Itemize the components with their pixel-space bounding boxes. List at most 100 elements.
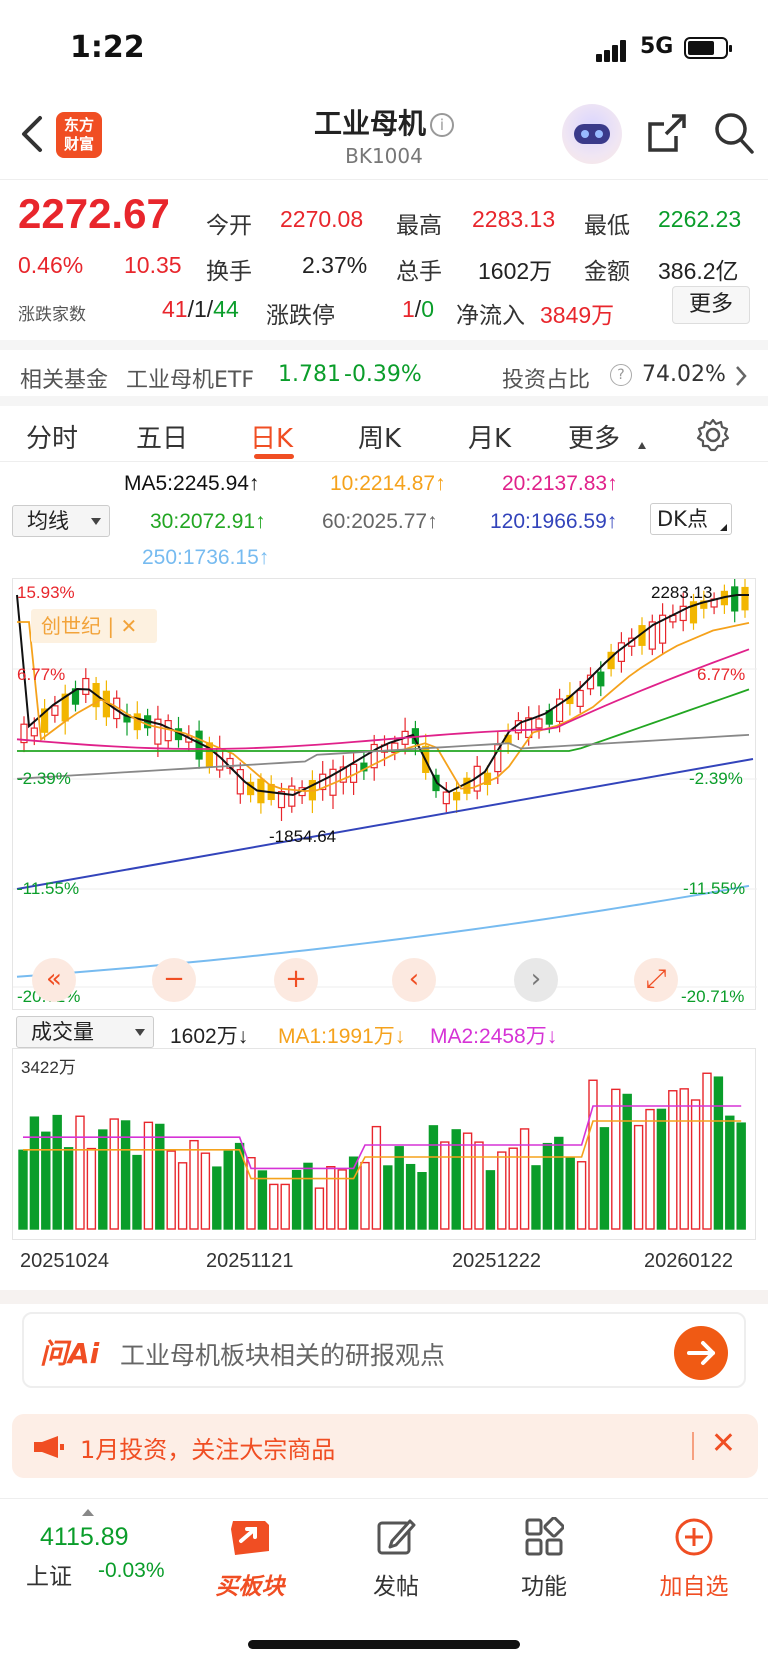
fund-name: 工业母机ETF bbox=[126, 368, 254, 393]
volume-bar bbox=[645, 1108, 655, 1230]
date-label-2: 20251121 bbox=[206, 1250, 294, 1272]
volume-bar bbox=[508, 1147, 518, 1230]
low-marker: -1854.64 bbox=[269, 827, 337, 846]
candle-body bbox=[442, 791, 450, 805]
nav-functions[interactable]: 功能 bbox=[484, 1509, 604, 1600]
ai-assistant-avatar[interactable] bbox=[562, 104, 622, 164]
tab-weekly-k[interactable]: 周K bbox=[358, 418, 401, 455]
volume-value: 1602万 bbox=[478, 258, 553, 284]
volume-svg bbox=[18, 1072, 746, 1230]
pct-label-right-3: -2.39% bbox=[689, 769, 743, 788]
notice-banner[interactable]: 1月投资，关注大宗商品 ✕ bbox=[12, 1414, 758, 1478]
ai-prompt-text: 工业母机板块相关的研报观点 bbox=[120, 1341, 446, 1370]
open-value: 2270.08 bbox=[280, 206, 364, 232]
share-icon[interactable] bbox=[646, 112, 688, 154]
volume-max-label: 3422万 bbox=[21, 1058, 76, 1077]
scroll-left-button[interactable]: ‹ bbox=[392, 958, 436, 1002]
volume-ma2-line bbox=[23, 1105, 742, 1170]
zoom-in-button[interactable]: + bbox=[274, 958, 318, 1002]
help-icon[interactable]: ? bbox=[610, 364, 632, 386]
volume-indicator-selector[interactable]: 成交量 bbox=[16, 1016, 154, 1048]
amount-label: 金额 bbox=[584, 259, 630, 285]
volume-bar bbox=[291, 1169, 302, 1230]
ai-research-entry[interactable]: 问Ai 工业母机板块相关的研报观点 bbox=[22, 1312, 746, 1388]
status-time: 1:22 bbox=[70, 30, 145, 65]
expand-up-icon[interactable] bbox=[82, 1509, 94, 1516]
scroll-right-button[interactable]: › bbox=[514, 958, 558, 1002]
volume-bar bbox=[405, 1163, 416, 1230]
volume-bar bbox=[622, 1093, 632, 1230]
search-icon[interactable] bbox=[712, 110, 756, 156]
grid-icon bbox=[525, 1516, 565, 1556]
bottom-nav: 4115.89 上证 -0.03% 买板块 发帖 功能 加自选 bbox=[0, 1498, 768, 1663]
volume-chart[interactable]: 3422万 bbox=[12, 1048, 756, 1240]
tab-five-day[interactable]: 五日 bbox=[136, 418, 188, 455]
volume-bar bbox=[497, 1151, 507, 1230]
pct-label-right-4: -11.55% bbox=[683, 879, 746, 898]
triangle-icon bbox=[638, 442, 646, 449]
volume-bar bbox=[611, 1088, 621, 1230]
fund-change: -0.39% bbox=[344, 362, 422, 387]
volume-ma2: MA2:2458万↓ bbox=[430, 1025, 558, 1048]
pct-label-left-2: 6.77% bbox=[17, 665, 66, 684]
dk-point-selector[interactable]: DK点 bbox=[650, 503, 732, 535]
volume-bar bbox=[189, 1139, 199, 1230]
candle-body bbox=[463, 777, 471, 794]
add-circle-icon bbox=[675, 1518, 713, 1556]
related-fund-row[interactable]: 相关基金 工业母机ETF 1.781 -0.39% 投资占比 ? 74.02% bbox=[0, 340, 768, 396]
arrow-right-icon bbox=[687, 1341, 715, 1365]
volume-current: 1602万↓ bbox=[170, 1025, 249, 1048]
fullscreen-button[interactable]: ⤢ bbox=[634, 958, 678, 1002]
volume-bar bbox=[576, 1161, 587, 1230]
volume-bar bbox=[86, 1147, 97, 1230]
info-icon[interactable]: i bbox=[430, 113, 454, 137]
notice-divider bbox=[692, 1432, 694, 1460]
volume-bar bbox=[531, 1165, 541, 1230]
tab-intraday[interactable]: 分时 bbox=[26, 418, 78, 455]
candle-body bbox=[731, 586, 739, 612]
pct-label-left-4: -11.55% bbox=[17, 879, 80, 898]
volume-bar bbox=[656, 1108, 667, 1230]
inflow-value: 3849万 bbox=[540, 302, 615, 328]
close-icon[interactable]: ✕ bbox=[711, 1426, 736, 1461]
active-tab-indicator bbox=[254, 454, 294, 459]
candle-body bbox=[535, 718, 543, 729]
index-name: 上证 bbox=[26, 1564, 72, 1590]
volume-bar bbox=[713, 1076, 724, 1230]
index-value[interactable]: 4115.89 bbox=[40, 1523, 129, 1552]
low-value: 2262.23 bbox=[658, 206, 742, 232]
zoom-out-button[interactable]: − bbox=[152, 958, 196, 1002]
volume-bar bbox=[371, 1125, 382, 1230]
volume-bar bbox=[41, 1131, 51, 1230]
candlestick-chart[interactable]: 15.93% 6.77% 6.77% -2.39% -2.39% -11.55%… bbox=[12, 573, 757, 1010]
indicator-selector[interactable]: 均线 bbox=[12, 505, 110, 537]
candle-body bbox=[30, 727, 38, 737]
stock-badge[interactable]: 创世纪 | ✕ bbox=[31, 609, 157, 643]
volume-bar bbox=[109, 1118, 119, 1230]
candle-body bbox=[51, 705, 59, 716]
tab-monthly-k[interactable]: 月K bbox=[468, 418, 511, 455]
nav-buy-sector[interactable]: 买板块 bbox=[190, 1509, 310, 1600]
more-button[interactable]: 更多 bbox=[672, 286, 750, 324]
change-value: 10.35 bbox=[124, 252, 182, 278]
candle-body bbox=[453, 791, 461, 801]
high-value: 2283.13 bbox=[472, 206, 556, 232]
fund-price: 1.781 bbox=[278, 362, 341, 387]
go-button[interactable] bbox=[674, 1326, 728, 1380]
nav-post[interactable]: 发帖 bbox=[336, 1509, 456, 1600]
candle-body bbox=[576, 689, 584, 707]
ma60-line bbox=[16, 733, 750, 780]
volume-bar bbox=[679, 1088, 689, 1230]
settings-gear-icon[interactable] bbox=[696, 418, 730, 452]
tab-more[interactable]: 更多 bbox=[568, 418, 620, 455]
tab-daily-k[interactable]: 日K bbox=[250, 418, 293, 455]
scroll-left-most-button[interactable]: « bbox=[32, 958, 76, 1002]
nav-add-watchlist[interactable]: 加自选 bbox=[634, 1509, 754, 1600]
signal-icon bbox=[596, 38, 632, 62]
volume-bar bbox=[360, 1161, 370, 1230]
megaphone-icon bbox=[34, 1436, 64, 1458]
ma5-value: MA5:2245.94↑ bbox=[124, 472, 260, 495]
pct-label-right-5: -20.71% bbox=[681, 987, 745, 1006]
volume-bar bbox=[383, 1165, 393, 1230]
ma20-value: 20:2137.83↑ bbox=[502, 472, 618, 495]
